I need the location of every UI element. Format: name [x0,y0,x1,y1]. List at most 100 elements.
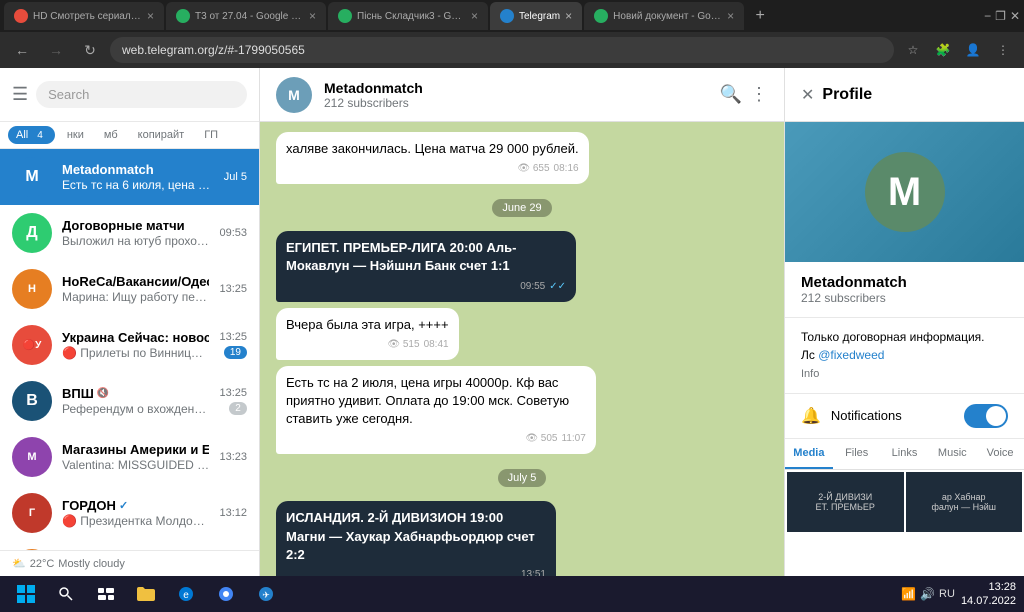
address-bar[interactable]: web.telegram.org/z/#-1799050565 [110,37,894,63]
maximize-button[interactable]: ❐ [995,9,1006,23]
media-thumb-1[interactable]: 2-Й ДИВИЗИЕТ. ПРЕМЬЕР [787,472,904,532]
tab-close-5[interactable]: × [727,9,734,23]
taskbar-file-explorer[interactable] [128,580,164,608]
chat-header-info: Metadonmatch 212 subscribers [324,80,708,110]
message-time: 08:16 [554,162,579,176]
chat-time: Jul 5 [224,171,247,183]
date-label: June 29 [492,199,551,217]
chat-info: Metadonmatch Есть тс на 6 июля, цена игр… [62,162,214,192]
message-2july: Есть тс на 2 июля, цена игры 40000р. Кф … [276,366,596,455]
chat-list: M Metadonmatch Есть тс на 6 июля, цена и… [0,149,259,550]
avatar: Д [12,213,52,253]
svg-text:✈: ✈ [262,590,270,600]
search-icon [58,586,74,602]
chat-item-vpsh[interactable]: В ВПШ 🔇 Референдум о вхождении За... 13:… [0,373,259,429]
message-time: 11:07 [562,432,586,446]
tab-close-1[interactable]: × [147,9,154,23]
tab-4-telegram[interactable]: Telegram × [490,2,582,30]
taskbar-clock: 13:28 14.07.2022 [961,580,1016,609]
taskbar-task-view[interactable] [88,580,124,608]
chat-name: Магазины Америки и Евро... 🔇 [62,442,209,457]
chat-item-gordon[interactable]: Г ГОРДОН ✓ 🔴 Президентка Молдови Мая Сан… [0,485,259,541]
tab-close-4[interactable]: × [565,9,572,23]
tab-3[interactable]: Піснь Складчик3 - Google Дод... × [328,2,488,30]
unread-badge: 2 [229,402,247,415]
notifications-toggle[interactable] [964,404,1008,428]
chat-preview: Референдум о вхождении За... [62,402,209,416]
minimize-button[interactable]: − [984,9,991,23]
close-profile-button[interactable]: ✕ [801,85,814,105]
start-button[interactable] [8,580,44,608]
media-tab-music[interactable]: Music [928,439,976,469]
edge-icon: e [178,586,194,602]
message-text: Есть тс на 2 июля, цена игры 40000р. Кф … [286,374,586,429]
tab-1[interactable]: HD Смотреть сериал Рассвет ано... × [4,2,164,30]
new-tab-button[interactable]: + [746,2,774,30]
avatar: Г [12,493,52,533]
media-tab-media[interactable]: Media [785,439,833,469]
filter-tab-nki[interactable]: нки [59,126,92,144]
profile-button[interactable]: 👤 [960,37,986,63]
toggle-thumb [986,406,1006,426]
media-tab-files[interactable]: Files [833,439,881,469]
profile-header: ✕ Profile [785,68,1024,122]
chat-info: Договорные матчи Выложил на ютуб проход … [62,218,209,248]
taskbar-chrome[interactable] [208,580,244,608]
bookmark-button[interactable]: ☆ [900,37,926,63]
search-chat-button[interactable]: 🔍 [720,84,742,105]
message-meta: 👁 515 08:41 [286,338,449,352]
chat-time: 13:25 [219,331,247,343]
menu-button[interactable]: ⋮ [990,37,1016,63]
more-options-button[interactable]: ⋮ [750,84,768,105]
message-time: 13:51 [521,568,546,576]
chat-meta: 13:12 [219,507,247,519]
filter-tab-mb[interactable]: мб [96,126,126,144]
media-thumb-2[interactable]: ар Хабнарфалун — Нэйш [906,472,1023,532]
message-meta: 👁 505 11:07 [286,432,586,446]
chat-time: 13:12 [219,507,247,519]
search-input[interactable]: Search [36,81,247,108]
extensions-button[interactable]: 🧩 [930,37,956,63]
profile-title: Profile [822,86,872,104]
chat-item-dogovornie[interactable]: Д Договорные матчи Выложил на ютуб прохо… [0,205,259,261]
message-1: халяве закончилась. Цена матча 29 000 ру… [276,132,589,184]
back-button[interactable]: ← [8,36,36,64]
taskbar-search[interactable] [48,580,84,608]
profile-avatar-section: M [785,122,1024,262]
notifications-label: Notifications [831,408,954,423]
filter-tab-gp[interactable]: ГП [196,126,226,144]
taskbar-telegram[interactable]: ✈ [248,580,284,608]
notifications-bell-icon: 🔔 [801,406,821,426]
tab-close-3[interactable]: × [471,9,478,23]
chat-preview: 🔴 Прилеты по Виннице. Инф... [62,346,209,360]
hamburger-menu-button[interactable]: ☰ [12,84,28,105]
chat-name: HoReCa/Вакансии/Одесса 🔇 [62,274,209,289]
tab-close-2[interactable]: × [309,9,316,23]
tab-2[interactable]: T3 от 27.04 - Google Таблицы × [166,2,326,30]
reload-button[interactable]: ↻ [76,36,104,64]
chat-info: Магазины Америки и Евро... 🔇 Valentina: … [62,442,209,472]
close-window-button[interactable]: ✕ [1010,9,1020,23]
chat-item-ukraine[interactable]: 🔴У Украина Сейчас: новости... ✓ 🔴 Прилет… [0,317,259,373]
media-tab-links[interactable]: Links [881,439,929,469]
message-bubble: Вчера была эта игра, ++++ 👁 515 08:41 [276,308,459,360]
filter-tab-all[interactable]: All 4 [8,126,55,144]
chat-meta: 13:23 [219,451,247,463]
chat-meta: 13:25 [219,283,247,295]
message-time: 08:41 [424,338,449,352]
weather-desc: Mostly cloudy [58,558,125,570]
tab-5[interactable]: Новий документ - Google Дод... × [584,2,744,30]
chat-item-rabota[interactable]: Р Работа в Одессе 🔇 Ищу работу/подработк… [0,541,259,550]
media-tab-voice[interactable]: Voice [976,439,1024,469]
forward-button[interactable]: → [42,36,70,64]
chat-item-metadonmatch[interactable]: M Metadonmatch Есть тс на 6 июля, цена и… [0,149,259,205]
filter-tab-copyright[interactable]: копирайт [130,126,193,144]
profile-link[interactable]: @fixedweed [818,348,884,362]
taskbar-edge[interactable]: e [168,580,204,608]
chat-item-magaziny[interactable]: М Магазины Америки и Евро... 🔇 Valentina… [0,429,259,485]
message-views: 👁 515 [387,338,419,352]
chat-item-horeca[interactable]: H HoReCa/Вакансии/Одесса 🔇 Марина: Ищу р… [0,261,259,317]
chat-area: M Metadonmatch 212 subscribers 🔍 ⋮ халяв… [260,68,784,576]
weather-bar: ⛅ 22°C Mostly cloudy [0,550,259,576]
date-divider-july5: July 5 [276,468,768,487]
